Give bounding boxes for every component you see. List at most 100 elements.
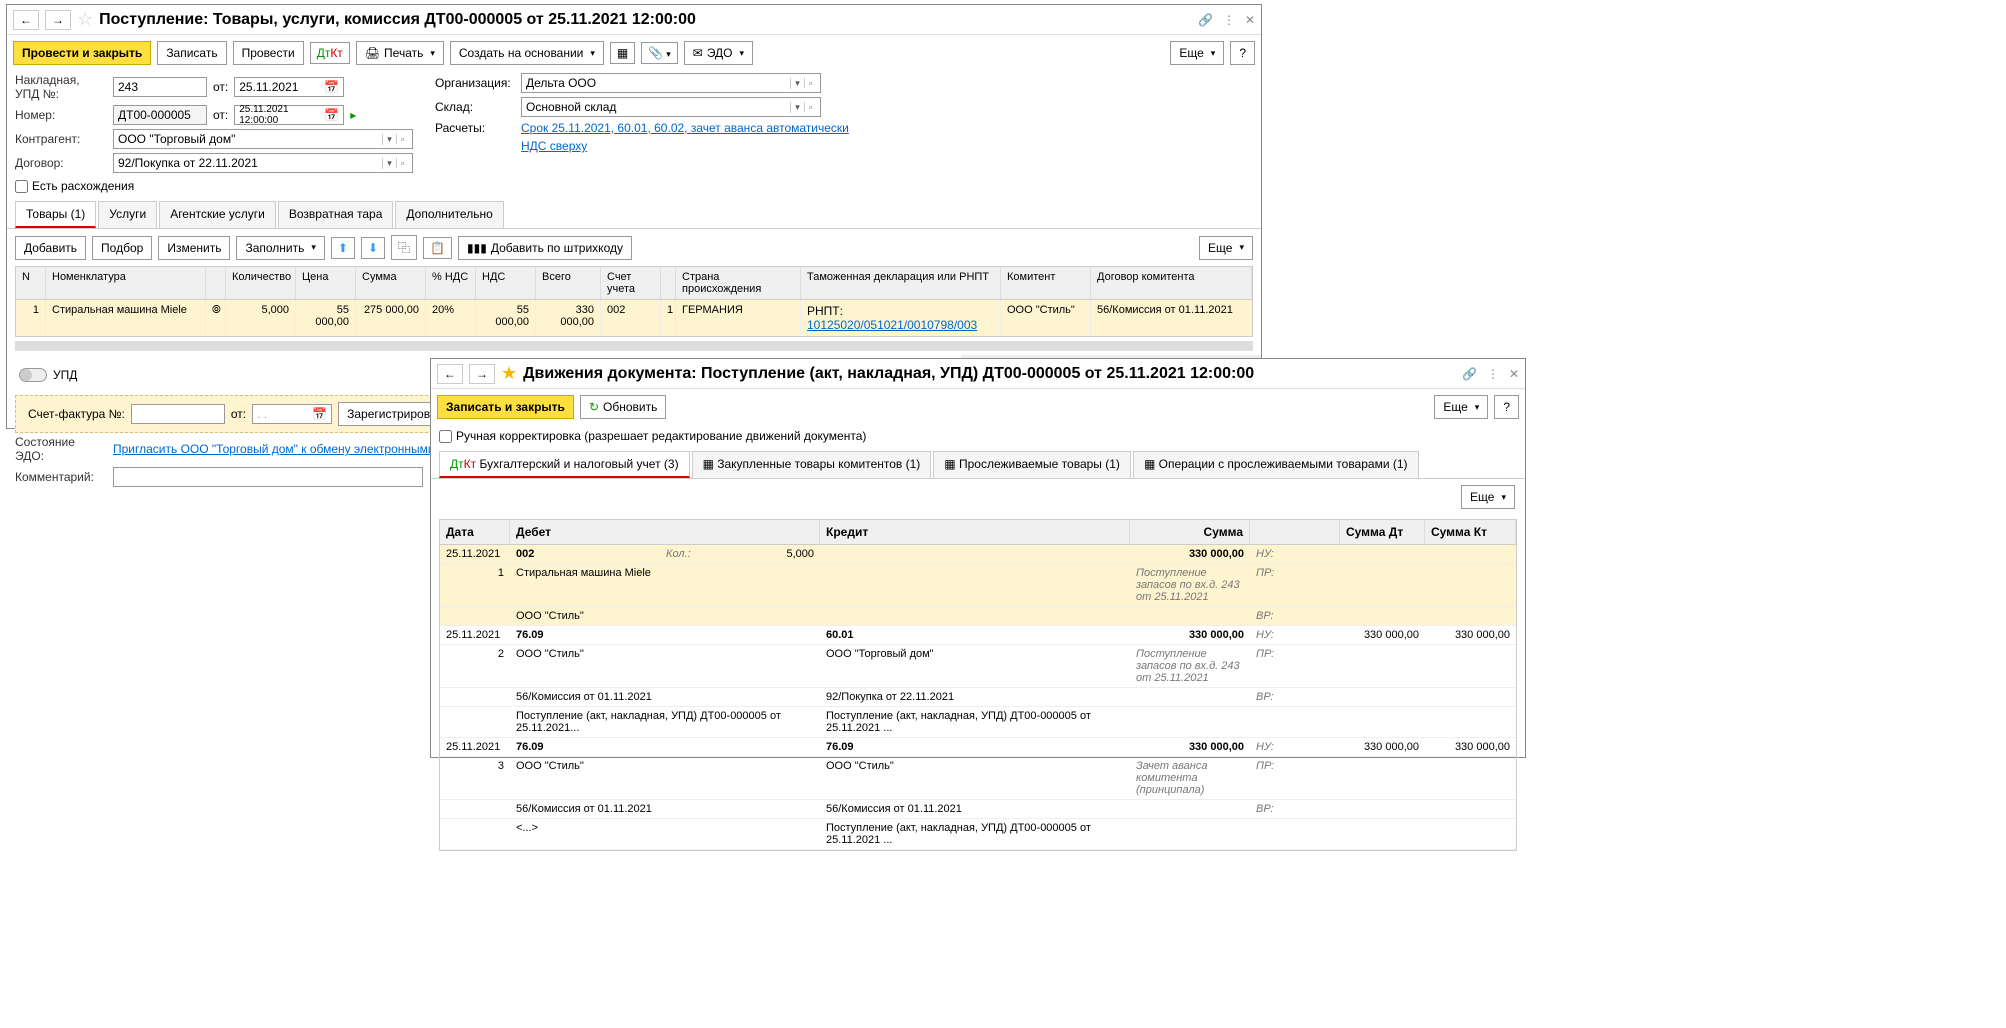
- pick-button[interactable]: Подбор: [92, 236, 152, 260]
- posting-row[interactable]: 25.11.2021 002 Кол.: 5,000 330 000,00 НУ…: [440, 545, 1516, 626]
- titlebar-2: ← → ★ Движения документа: Поступление (а…: [431, 359, 1525, 389]
- upd-toggle[interactable]: [19, 368, 47, 382]
- window-title-2: Движения документа: Поступление (акт, на…: [523, 365, 1456, 383]
- nav-forward-button[interactable]: →: [45, 10, 71, 30]
- structure-icon-button[interactable]: ▦: [610, 42, 635, 64]
- main-toolbar: Провести и закрыть Записать Провести ДтК…: [7, 35, 1261, 71]
- help-button[interactable]: ?: [1230, 41, 1255, 65]
- menu-icon-2[interactable]: ⋮: [1487, 367, 1499, 381]
- edo-state-label: Состояние ЭДО:: [15, 435, 107, 463]
- edo-invite-link[interactable]: Пригласить ООО "Торговый дом" к обмену э…: [113, 442, 472, 456]
- posting-row[interactable]: 25.11.2021 76.09 60.01 330 000,00 НУ: 33…: [440, 626, 1516, 738]
- posting-row[interactable]: 25.11.2021 76.09 76.09 330 000,00 НУ: 33…: [440, 738, 1516, 850]
- postings-more-button[interactable]: Еще: [1461, 485, 1515, 509]
- add-by-barcode-button[interactable]: ▮▮▮ Добавить по штрихкоду: [458, 236, 632, 260]
- tab-services[interactable]: Услуги: [98, 201, 157, 228]
- nav-back-button-2[interactable]: ←: [437, 364, 463, 384]
- movements-window: ← → ★ Движения документа: Поступление (а…: [430, 358, 1526, 758]
- print-button[interactable]: 🖨 Печать: [356, 41, 444, 65]
- tab-returnable[interactable]: Возвратная тара: [278, 201, 394, 228]
- create-based-button[interactable]: Создать на основании: [450, 41, 604, 65]
- add-row-button[interactable]: Добавить: [15, 236, 86, 260]
- close-icon[interactable]: ✕: [1245, 13, 1255, 27]
- invoice-no-input[interactable]: [113, 77, 207, 97]
- invoice-no-label: Накладная, УПД №:: [15, 73, 107, 101]
- upd-label: УПД: [53, 368, 77, 382]
- table-scrollbar[interactable]: [15, 341, 1253, 351]
- discrepancy-label: Есть расхождения: [32, 179, 134, 193]
- post-and-close-button[interactable]: Провести и закрыть: [13, 41, 151, 65]
- table-header: N Номенклатура Количество Цена Сумма % Н…: [16, 267, 1252, 300]
- edit-row-button[interactable]: Изменить: [158, 236, 230, 260]
- tab-accounting[interactable]: ДтКт Бухгалтерский и налоговый учет (3): [439, 451, 690, 478]
- help-button-2[interactable]: ?: [1494, 395, 1519, 419]
- manual-correction-checkbox[interactable]: [439, 430, 452, 443]
- warehouse-input[interactable]: Основной склад▾▫: [521, 97, 821, 117]
- titlebar: ← → ☆ Поступление: Товары, услуги, комис…: [7, 5, 1261, 35]
- new-indicator-icon[interactable]: ▸: [350, 108, 356, 122]
- tabs: Товары (1) Услуги Агентские услуги Возвр…: [7, 201, 1261, 229]
- move-down-button[interactable]: ⬇: [361, 237, 385, 259]
- comment-label: Комментарий:: [15, 470, 107, 484]
- post-button[interactable]: Провести: [233, 41, 304, 65]
- number-date-input[interactable]: 25.11.2021 12:00:00📅: [234, 105, 344, 125]
- manual-correction-label: Ручная корректировка (разрешает редактир…: [456, 429, 866, 443]
- invoice-date-input[interactable]: 25.11.2021📅: [234, 77, 344, 97]
- tab-traceable-ops[interactable]: ▦ Операции с прослеживаемыми товарами (1…: [1133, 451, 1419, 478]
- save-close-button[interactable]: Записать и закрыть: [437, 395, 574, 419]
- postings-table: Дата Дебет Кредит Сумма Сумма Дт Сумма К…: [439, 519, 1517, 851]
- close-icon-2[interactable]: ✕: [1509, 367, 1519, 381]
- fill-button[interactable]: Заполнить: [236, 236, 324, 260]
- move-up-button[interactable]: ⬆: [331, 237, 355, 259]
- calc-label: Расчеты:: [435, 121, 515, 135]
- sf-number-input[interactable]: [131, 404, 225, 424]
- contragent-label: Контрагент:: [15, 132, 107, 146]
- comment-input[interactable]: [113, 467, 423, 487]
- org-label: Организация:: [435, 76, 515, 90]
- contragent-input[interactable]: ООО "Торговый дом"▾▫: [113, 129, 413, 149]
- tab-traceable[interactable]: ▦ Прослеживаемые товары (1): [933, 451, 1131, 478]
- movements-tabs: ДтКт Бухгалтерский и налоговый учет (3) …: [431, 451, 1525, 479]
- goods-toolbar: Добавить Подбор Изменить Заполнить ⬆ ⬇ ⿻…: [7, 229, 1261, 266]
- refresh-button[interactable]: ↻ Обновить: [580, 395, 666, 419]
- rnpt-link[interactable]: 10125020/051021/0010798/003: [807, 318, 977, 332]
- link-icon-2[interactable]: 🔗: [1462, 367, 1477, 381]
- favorite-star-icon-2[interactable]: ★: [501, 363, 517, 384]
- goods-more-button[interactable]: Еще: [1199, 236, 1253, 260]
- calc-link[interactable]: Срок 25.11.2021, 60.01, 60.02, зачет ава…: [521, 121, 849, 135]
- tab-purchased-goods[interactable]: ▦ Закупленные товары комитентов (1): [692, 451, 932, 478]
- vat-link[interactable]: НДС сверху: [521, 139, 587, 153]
- nav-back-button[interactable]: ←: [13, 10, 39, 30]
- goods-table: N Номенклатура Количество Цена Сумма % Н…: [15, 266, 1253, 337]
- table-row[interactable]: 1 Стиральная машина Miele ⦾ 5,000 55 000…: [16, 300, 1252, 336]
- contract-label: Договор:: [15, 156, 107, 170]
- paste-icon-button[interactable]: 📋: [423, 237, 452, 259]
- select-icon[interactable]: ⦾: [206, 300, 226, 336]
- favorite-star-icon[interactable]: ☆: [77, 9, 93, 30]
- org-input[interactable]: Дельта ООО▾▫: [521, 73, 821, 93]
- save-button[interactable]: Записать: [157, 41, 226, 65]
- tab-goods[interactable]: Товары (1): [15, 201, 96, 228]
- postings-header: Дата Дебет Кредит Сумма Сумма Дт Сумма К…: [440, 520, 1516, 545]
- copy-icon-button[interactable]: ⿻: [391, 235, 417, 260]
- tab-additional[interactable]: Дополнительно: [395, 201, 503, 228]
- from-label: от:: [213, 80, 228, 94]
- from-label-2: от:: [213, 108, 228, 122]
- window-title: Поступление: Товары, услуги, комиссия ДТ…: [99, 11, 1192, 29]
- contract-input[interactable]: 92/Покупка от 22.11.2021▾▫: [113, 153, 413, 173]
- number-label: Номер:: [15, 108, 107, 122]
- dtkt-icon-button[interactable]: ДтКт: [310, 42, 350, 64]
- warehouse-label: Склад:: [435, 100, 515, 114]
- link-icon[interactable]: 🔗: [1198, 13, 1213, 27]
- more-button[interactable]: Еще: [1170, 41, 1224, 65]
- menu-icon[interactable]: ⋮: [1223, 13, 1235, 27]
- discrepancy-checkbox[interactable]: [15, 180, 28, 193]
- attachment-icon-button[interactable]: 📎: [641, 42, 677, 64]
- edo-button[interactable]: ✉ ЭДО: [684, 41, 753, 65]
- sf-date-input[interactable]: . .📅: [252, 404, 332, 424]
- nav-forward-button-2[interactable]: →: [469, 364, 495, 384]
- number-field: ДТ00-000005: [113, 105, 207, 125]
- sf-label: Счет-фактура №:: [28, 407, 125, 421]
- more-button-2[interactable]: Еще: [1434, 395, 1488, 419]
- tab-agent-services[interactable]: Агентские услуги: [159, 201, 276, 228]
